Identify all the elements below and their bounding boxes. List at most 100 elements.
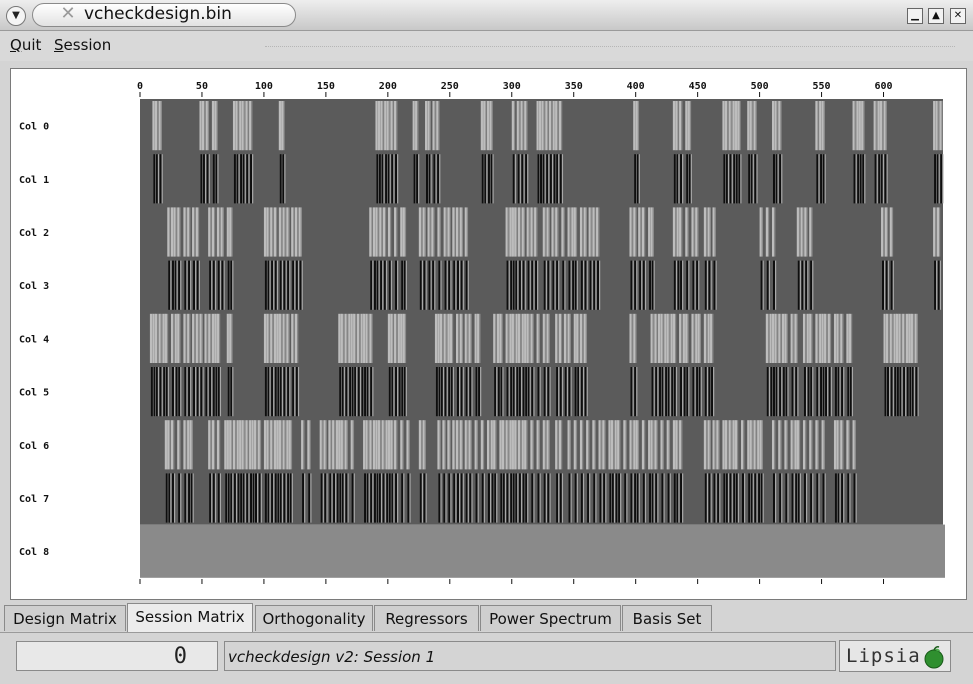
menu-quit[interactable]: Quit: [10, 36, 41, 54]
stripe-light-edge: [355, 313, 357, 363]
stripe-dark: [894, 367, 897, 417]
stripe-light: [542, 420, 545, 470]
stripe-dark-edge: [876, 154, 878, 204]
stripe-light: [245, 101, 248, 151]
stripe-dark-edge: [207, 367, 209, 417]
stripe-dark-edge: [700, 367, 702, 417]
stripe-dark: [487, 154, 490, 204]
stripe-dark-edge: [455, 473, 457, 523]
maximize-button[interactable]: ▲: [928, 8, 944, 24]
stripe-light: [883, 101, 886, 151]
stripe-dark: [661, 367, 664, 417]
stripe-dark-edge: [632, 260, 634, 310]
stripe-dark: [230, 260, 233, 310]
stripe-dark-edge: [483, 473, 485, 523]
stripe-light-edge: [594, 207, 596, 257]
stripe-light-edge: [751, 420, 754, 470]
stripe-light: [757, 420, 760, 470]
stripe-light-edge: [280, 313, 283, 363]
tab-session-matrix[interactable]: Session Matrix: [127, 603, 253, 633]
stripe-dark-edge: [653, 473, 655, 523]
stripe-light: [840, 313, 843, 363]
stripe-dark: [564, 367, 567, 417]
stripe-light-edge: [454, 420, 456, 470]
menu-session[interactable]: Session: [54, 36, 111, 54]
stripe-light: [617, 420, 620, 470]
stripe-light: [516, 101, 519, 151]
stripe-light: [226, 207, 229, 257]
stripe-light: [650, 313, 653, 363]
tab-regressors[interactable]: Regressors: [374, 605, 479, 631]
stripe-light: [672, 420, 676, 470]
stripe-light: [211, 420, 215, 470]
stripe-light-edge: [371, 420, 373, 470]
stripe-dark: [884, 367, 887, 417]
stripe-light-edge: [939, 207, 941, 257]
stripe-dark: [886, 367, 889, 417]
stripe-dark-edge: [372, 473, 374, 523]
stripe-light-edge: [536, 207, 538, 257]
stripe-dark: [395, 260, 398, 310]
stripe-dark: [165, 473, 168, 523]
stripe-dark: [395, 154, 398, 204]
stripe-dark: [680, 260, 683, 310]
stripe-light: [390, 420, 393, 470]
stripe-dark-edge: [390, 260, 393, 310]
stripe-dark: [772, 154, 775, 204]
stripe-light: [753, 420, 756, 470]
stripe-light-edge: [489, 420, 491, 470]
stripe-dark-edge: [393, 473, 395, 523]
stripe-light: [505, 420, 508, 470]
stripe-light: [536, 313, 539, 363]
window-menu-button[interactable]: ▼: [6, 6, 26, 26]
stripe-light: [672, 313, 676, 363]
stripe-light: [447, 313, 450, 363]
tab-design-matrix[interactable]: Design Matrix: [4, 605, 126, 631]
stripe-dark-edge: [682, 154, 684, 204]
stripe-light-edge: [429, 101, 431, 151]
stripe-dark: [178, 473, 181, 523]
stripe-dark-edge: [595, 473, 597, 523]
stripe-dark-edge: [157, 367, 160, 417]
stripe-dark: [754, 154, 757, 204]
stripe-dark: [853, 473, 856, 523]
stripe-light: [579, 207, 583, 257]
stripe-light-edge: [543, 101, 545, 151]
tab-power-spectrum[interactable]: Power Spectrum: [480, 605, 621, 631]
stripe-dark: [376, 154, 379, 204]
stripe-light: [555, 207, 558, 257]
stripe-dark: [911, 367, 914, 417]
stripe-dark: [779, 154, 782, 204]
stripe-light-edge: [631, 207, 633, 257]
tab-orthogonality[interactable]: Orthogonality: [255, 605, 373, 631]
stripe-light: [201, 101, 205, 151]
stripe-dark: [264, 473, 267, 523]
stripe-light: [464, 313, 467, 363]
stripe-light: [724, 420, 728, 470]
stripe-dark: [387, 154, 390, 204]
stripe-dark-edge: [520, 260, 523, 310]
stripe-dark-edge: [905, 367, 907, 417]
stripe-light: [561, 207, 564, 257]
stripe-light: [672, 101, 676, 151]
stripe-dark: [754, 473, 757, 523]
stripe-light-edge: [458, 420, 460, 470]
stripe-light-edge: [392, 101, 394, 151]
stripe-dark: [680, 473, 683, 523]
stripe-dark-edge: [657, 473, 659, 523]
stripe-light: [455, 420, 459, 470]
stripe-light: [294, 313, 298, 363]
stripe-dark: [237, 473, 240, 523]
stripe-light-edge: [935, 207, 937, 257]
stripe-light: [784, 420, 787, 470]
close-button[interactable]: ✕: [950, 8, 966, 24]
stripe-light-edge: [169, 420, 171, 470]
stripe-dark: [634, 473, 637, 523]
stripe-light: [898, 313, 901, 363]
stripe-light-edge: [377, 207, 379, 257]
stripe-dark-edge: [167, 367, 169, 417]
stripe-dark-edge: [170, 473, 172, 523]
stripe-light: [216, 313, 220, 363]
tab-basis-set[interactable]: Basis Set: [622, 605, 712, 631]
minimize-button[interactable]: ▁: [907, 8, 923, 24]
